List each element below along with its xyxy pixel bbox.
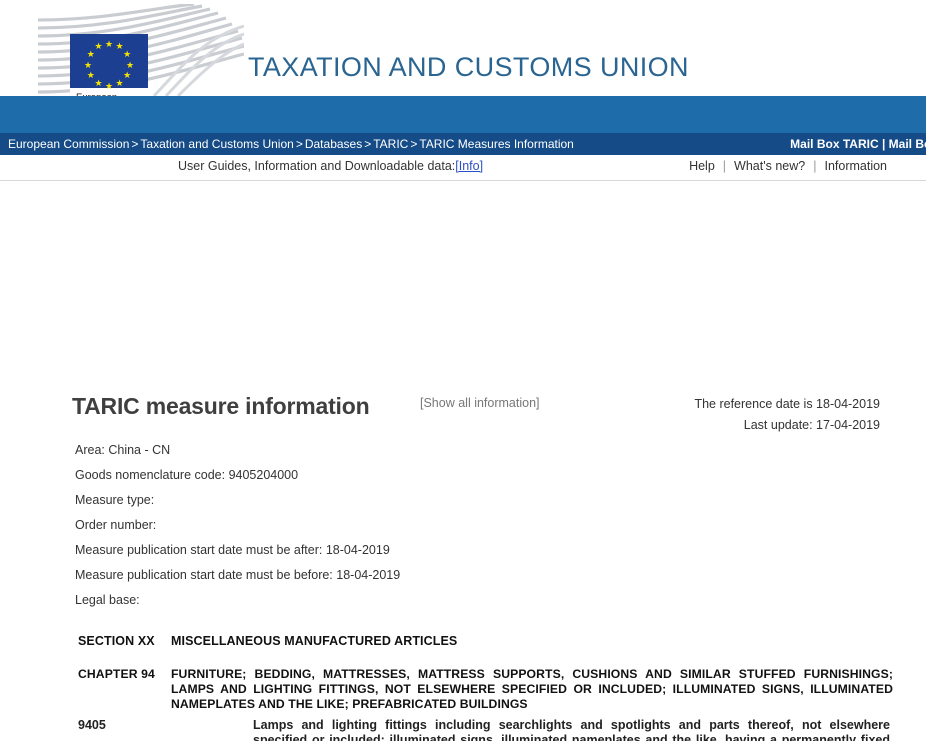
breadcrumb: European Commission > Taxation and Customs… xyxy=(8,133,574,155)
field-area: Area: China - CN xyxy=(75,443,171,457)
breadcrumb-item-taric[interactable]: TARIC xyxy=(373,137,408,151)
chapter-heading: CHAPTER 94 FURNITURE; BEDDING, MATTRESSE… xyxy=(78,667,893,711)
help-separator-1: | xyxy=(722,159,727,173)
nomenclature-description-text: Lamps and lighting fittings including se… xyxy=(253,718,890,741)
reference-date: The reference date is 18-04-2019 xyxy=(694,397,880,411)
breadcrumb-item-taric-measures-information[interactable]: TARIC Measures Information xyxy=(419,137,574,151)
section-label: SECTION XX xyxy=(78,634,155,648)
breadcrumb-item-taxation-and-customs-union[interactable]: Taxation and Customs Union xyxy=(140,137,293,151)
field-publication-start-after: Measure publication start date must be a… xyxy=(75,543,390,557)
field-order-number: Order number: xyxy=(75,518,157,532)
breadcrumb-separator-3: > xyxy=(364,137,372,151)
whats-new-link[interactable]: What's new? xyxy=(734,159,805,173)
help-separator-2: | xyxy=(813,159,817,173)
section-title: MISCELLANEOUS MANUFACTURED ARTICLES xyxy=(171,634,458,648)
european-commission-logo[interactable]: ★ ★ ★ ★ ★ ★ ★ ★ ★ ★ ★ ★ European Commiss… xyxy=(70,34,148,96)
nomenclature-code[interactable]: 9405 xyxy=(78,718,203,732)
logo-caption-line-1: European xyxy=(76,92,144,96)
section-heading: SECTION XX MISCELLANEOUS MANUFACTURED ART… xyxy=(78,634,457,648)
user-guides-label: User Guides, Information and Downloadabl… xyxy=(178,159,456,173)
breadcrumb-bar: European Commission > Taxation and Customs… xyxy=(0,133,926,155)
measure-criteria-list: Area: China - CN Goods nomenclature code… xyxy=(75,441,400,616)
site-title: TAXATION AND CUSTOMS UNION xyxy=(248,52,689,82)
secondary-bar: User Guides, Information and Downloadabl… xyxy=(0,155,926,181)
eu-flag-icon: ★ ★ ★ ★ ★ ★ ★ ★ ★ ★ ★ ★ xyxy=(70,34,148,90)
mailbox-taric-link[interactable]: Mail Box TARIC | Mail Box xyxy=(790,137,926,151)
breadcrumb-separator-2: > xyxy=(295,137,303,151)
help-link[interactable]: Help xyxy=(689,159,715,173)
masthead: ★ ★ ★ ★ ★ ★ ★ ★ ★ ★ ★ ★ European Commiss… xyxy=(0,0,926,96)
info-link[interactable]: [Info] xyxy=(455,159,483,173)
field-measure-type: Measure type: xyxy=(75,493,155,507)
breadcrumb-item-european-commission[interactable]: European Commission xyxy=(8,137,129,151)
field-publication-start-before: Measure publication start date must be b… xyxy=(75,568,401,582)
show-all-information-link[interactable]: [Show all information] xyxy=(420,396,540,410)
mailbox-links[interactable]: Mail Box TARIC | Mail Box xyxy=(790,133,926,155)
breadcrumb-separator-4: > xyxy=(410,137,418,151)
page-title: TARIC measure information xyxy=(72,393,370,419)
breadcrumb-separator-1: > xyxy=(131,137,139,151)
nomenclature-description: Lamps and lighting fittings including se… xyxy=(253,718,890,741)
field-legal-base: Legal base: xyxy=(75,593,140,607)
last-update-date: Last update: 17-04-2019 xyxy=(743,418,880,432)
reference-dates: The reference date is 18-04-2019 Last up… xyxy=(694,394,880,436)
user-guides-text: User Guides, Information and Downloadabl… xyxy=(178,159,483,173)
blue-band xyxy=(0,96,926,133)
field-goods-nomenclature-code: Goods nomenclature code: 9405204000 xyxy=(75,468,299,482)
chapter-label: CHAPTER 94 xyxy=(78,667,155,681)
breadcrumb-item-databases[interactable]: Databases xyxy=(305,137,362,151)
help-links: Help | What's new? | Information xyxy=(689,159,887,173)
chapter-title: FURNITURE; BEDDING, MATTRESSES, MATTRESS… xyxy=(171,667,893,711)
information-link[interactable]: Information xyxy=(824,159,887,173)
nomenclature-row-9405[interactable]: 9405 Lamps and lighting fittings includi… xyxy=(78,718,890,741)
